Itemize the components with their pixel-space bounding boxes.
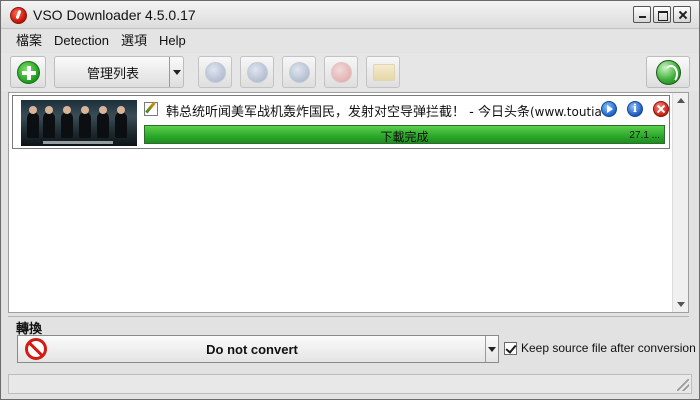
menu-file[interactable]: 檔案 — [10, 30, 48, 52]
app-window: VSO Downloader 4.5.0.17 檔案 Detection 選項 … — [0, 0, 700, 400]
web-button[interactable] — [646, 56, 690, 88]
resize-grip-icon[interactable] — [677, 379, 689, 391]
download-site: (www.toutiao.com) — [529, 105, 601, 119]
chevron-down-icon[interactable] — [485, 336, 498, 362]
menu-options[interactable]: 選項 — [115, 30, 153, 52]
add-download-button[interactable] — [10, 56, 46, 88]
remove-icon[interactable] — [653, 101, 669, 117]
conversion-section: 轉換 Do not convert Keep source file after… — [8, 316, 696, 369]
window-controls — [633, 6, 691, 23]
open-folder-button[interactable] — [366, 56, 400, 88]
menu-bar: 檔案 Detection 選項 Help — [1, 30, 699, 52]
vso-logo-icon — [10, 7, 27, 24]
progress-bar: 下載完成 27.1 ... — [144, 125, 665, 144]
keep-source-label: Keep source file after conversion — [521, 341, 696, 355]
minimize-button[interactable] — [633, 6, 651, 23]
conversion-format-select[interactable]: Do not convert — [17, 335, 499, 363]
conversion-selected-value: Do not convert — [206, 342, 298, 357]
download-item[interactable]: 韩总统听闻美军战机轰炸国民，发射对空导弹拦截！ - 今日头条(www.touti… — [12, 95, 670, 149]
stop-button[interactable] — [282, 56, 316, 88]
keep-source-option[interactable]: Keep source file after conversion — [504, 341, 696, 355]
download-list: 韩总统听闻美军战机轰炸国民，发射对空导弹拦截！ - 今日头条(www.touti… — [8, 92, 689, 313]
folder-icon — [373, 64, 395, 81]
edit-icon[interactable] — [144, 102, 158, 116]
pause-icon — [247, 62, 268, 83]
download-title: 韩总统听闻美军战机轰炸国民，发射对空导弹拦截！ - 今日头条(www.touti… — [166, 101, 601, 120]
scroll-up-icon[interactable] — [673, 93, 689, 109]
globe-icon — [656, 60, 681, 85]
close-button[interactable] — [673, 6, 691, 23]
toolbar: 管理列表 — [1, 53, 699, 91]
download-button[interactable] — [198, 56, 232, 88]
play-icon[interactable] — [601, 101, 617, 117]
download-title-text: 韩总统听闻美军战机轰炸国民，发射对空导弹拦截！ - 今日头条 — [166, 105, 530, 120]
download-arrow-icon — [205, 62, 226, 83]
title-bar: VSO Downloader 4.5.0.17 — [1, 1, 699, 29]
manage-list-label: 管理列表 — [86, 65, 139, 81]
scroll-down-icon[interactable] — [673, 296, 689, 312]
menu-help[interactable]: Help — [153, 30, 192, 52]
maximize-button[interactable] — [653, 6, 671, 23]
keep-source-checkbox[interactable] — [504, 341, 517, 355]
vertical-scrollbar[interactable] — [672, 93, 688, 312]
stop-icon — [289, 62, 310, 83]
file-size: 27.1 ... — [629, 130, 660, 141]
plus-icon — [17, 61, 40, 84]
progress-status: 下載完成 — [380, 130, 429, 144]
window-title: VSO Downloader 4.5.0.17 — [33, 7, 196, 23]
delete-button[interactable] — [324, 56, 358, 88]
chevron-down-icon[interactable] — [169, 57, 183, 87]
pause-button[interactable] — [240, 56, 274, 88]
menu-detection[interactable]: Detection — [48, 30, 115, 52]
status-bar — [8, 374, 692, 394]
video-thumbnail — [21, 100, 137, 146]
delete-icon — [331, 62, 352, 83]
info-icon[interactable]: i — [627, 101, 643, 117]
manage-list-dropdown[interactable]: 管理列表 — [54, 56, 184, 88]
